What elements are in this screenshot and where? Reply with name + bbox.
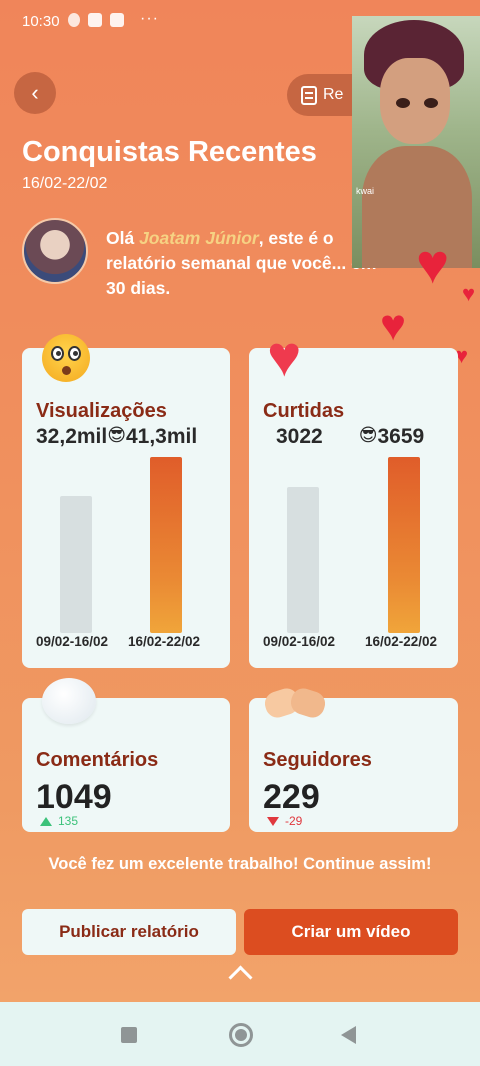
- arrow-down-icon: [267, 816, 279, 826]
- greeting-prefix: Olá: [106, 228, 140, 248]
- surprised-face-icon: [42, 334, 90, 382]
- heart-icon: ♥: [462, 281, 476, 306]
- views-stats: 32,2mil 😎 41,3mil: [36, 425, 216, 449]
- page-title: Conquistas Recentes: [22, 136, 317, 168]
- video-figure-eye: [396, 98, 410, 108]
- views-bar-current: [150, 457, 182, 633]
- video-overlay[interactable]: kwai: [352, 16, 480, 268]
- mouth-shape: [62, 366, 71, 375]
- publish-report-button[interactable]: Publicar relatório: [22, 909, 236, 955]
- sunglasses-icon: 😎: [107, 425, 126, 445]
- likes-current: 3659: [377, 425, 425, 448]
- document-icon: [301, 85, 317, 105]
- comments-card: Comentários 1049 135: [22, 678, 230, 832]
- create-video-button[interactable]: Criar um vídeo: [244, 909, 458, 955]
- heart-icon: ♥: [267, 324, 302, 389]
- views-bar-previous: [60, 496, 92, 633]
- heart-icon: ♥: [416, 232, 450, 295]
- chevron-up-icon[interactable]: [227, 963, 253, 979]
- eye-shape: [68, 346, 81, 361]
- views-label-current: 16/02-22/02: [128, 634, 201, 649]
- status-icons: [68, 13, 124, 27]
- system-nav-bar: [0, 1002, 480, 1066]
- likes-label-previous: 09/02-16/02: [263, 634, 336, 649]
- speech-bubble-icon: [42, 678, 96, 724]
- home-icon[interactable]: [229, 1023, 253, 1047]
- user-name[interactable]: Joatam Júnior: [139, 228, 259, 248]
- views-label-previous: 09/02-16/02: [36, 634, 109, 649]
- likes-bar-previous: [287, 487, 319, 633]
- views-card: Visualizações 32,2mil 😎 41,3mil 09/02-16…: [22, 334, 230, 668]
- views-title: Visualizações: [36, 400, 167, 422]
- likes-bar-current: [388, 457, 420, 633]
- date-range: 16/02-22/02: [22, 175, 108, 192]
- comments-value: 1049: [36, 778, 112, 816]
- calendar-icon: [88, 13, 102, 27]
- likes-card: ♥ Curtidas 3022 😎 3659 09/02-16/02 16/02…: [249, 328, 458, 668]
- followers-value: 229: [263, 778, 320, 816]
- followers-title: Seguidores: [263, 749, 372, 771]
- followers-card: Seguidores 229 -29: [249, 685, 458, 832]
- notification-icon: [68, 13, 80, 27]
- chevron-left-icon: ‹: [31, 80, 39, 105]
- sunglasses-icon: 😎: [358, 425, 378, 445]
- back-icon[interactable]: [341, 1026, 356, 1044]
- likes-stats: 3022 😎 3659: [263, 425, 444, 449]
- more-icon: ···: [140, 10, 159, 27]
- views-previous: 32,2mil: [36, 425, 108, 448]
- calendar-icon: [110, 13, 124, 27]
- likes-label-current: 16/02-22/02: [365, 634, 438, 649]
- comments-delta-value: 135: [58, 814, 79, 828]
- likes-title: Curtidas: [263, 400, 345, 422]
- back-button[interactable]: ‹: [14, 72, 56, 114]
- comments-title: Comentários: [36, 749, 159, 771]
- recents-icon[interactable]: [121, 1027, 137, 1043]
- report-button-label: Re: [323, 86, 344, 103]
- handshake-icon: [261, 684, 329, 724]
- tagline: Você fez um excelente trabalho! Continue…: [48, 855, 432, 873]
- video-figure-face: [380, 58, 450, 144]
- followers-delta: -29: [267, 814, 302, 828]
- avatar[interactable]: [22, 218, 88, 284]
- likes-previous: 3022: [276, 425, 323, 448]
- views-current: 41,3mil: [125, 425, 198, 448]
- eye-shape: [51, 346, 64, 361]
- status-time: 10:30: [22, 13, 60, 30]
- kwai-watermark: kwai: [356, 186, 375, 196]
- video-figure-eye: [424, 98, 438, 108]
- heart-icon: ♥: [380, 301, 407, 350]
- comments-delta: 135: [40, 814, 78, 828]
- followers-delta-value: -29: [285, 814, 303, 828]
- arrow-up-icon: [40, 816, 52, 826]
